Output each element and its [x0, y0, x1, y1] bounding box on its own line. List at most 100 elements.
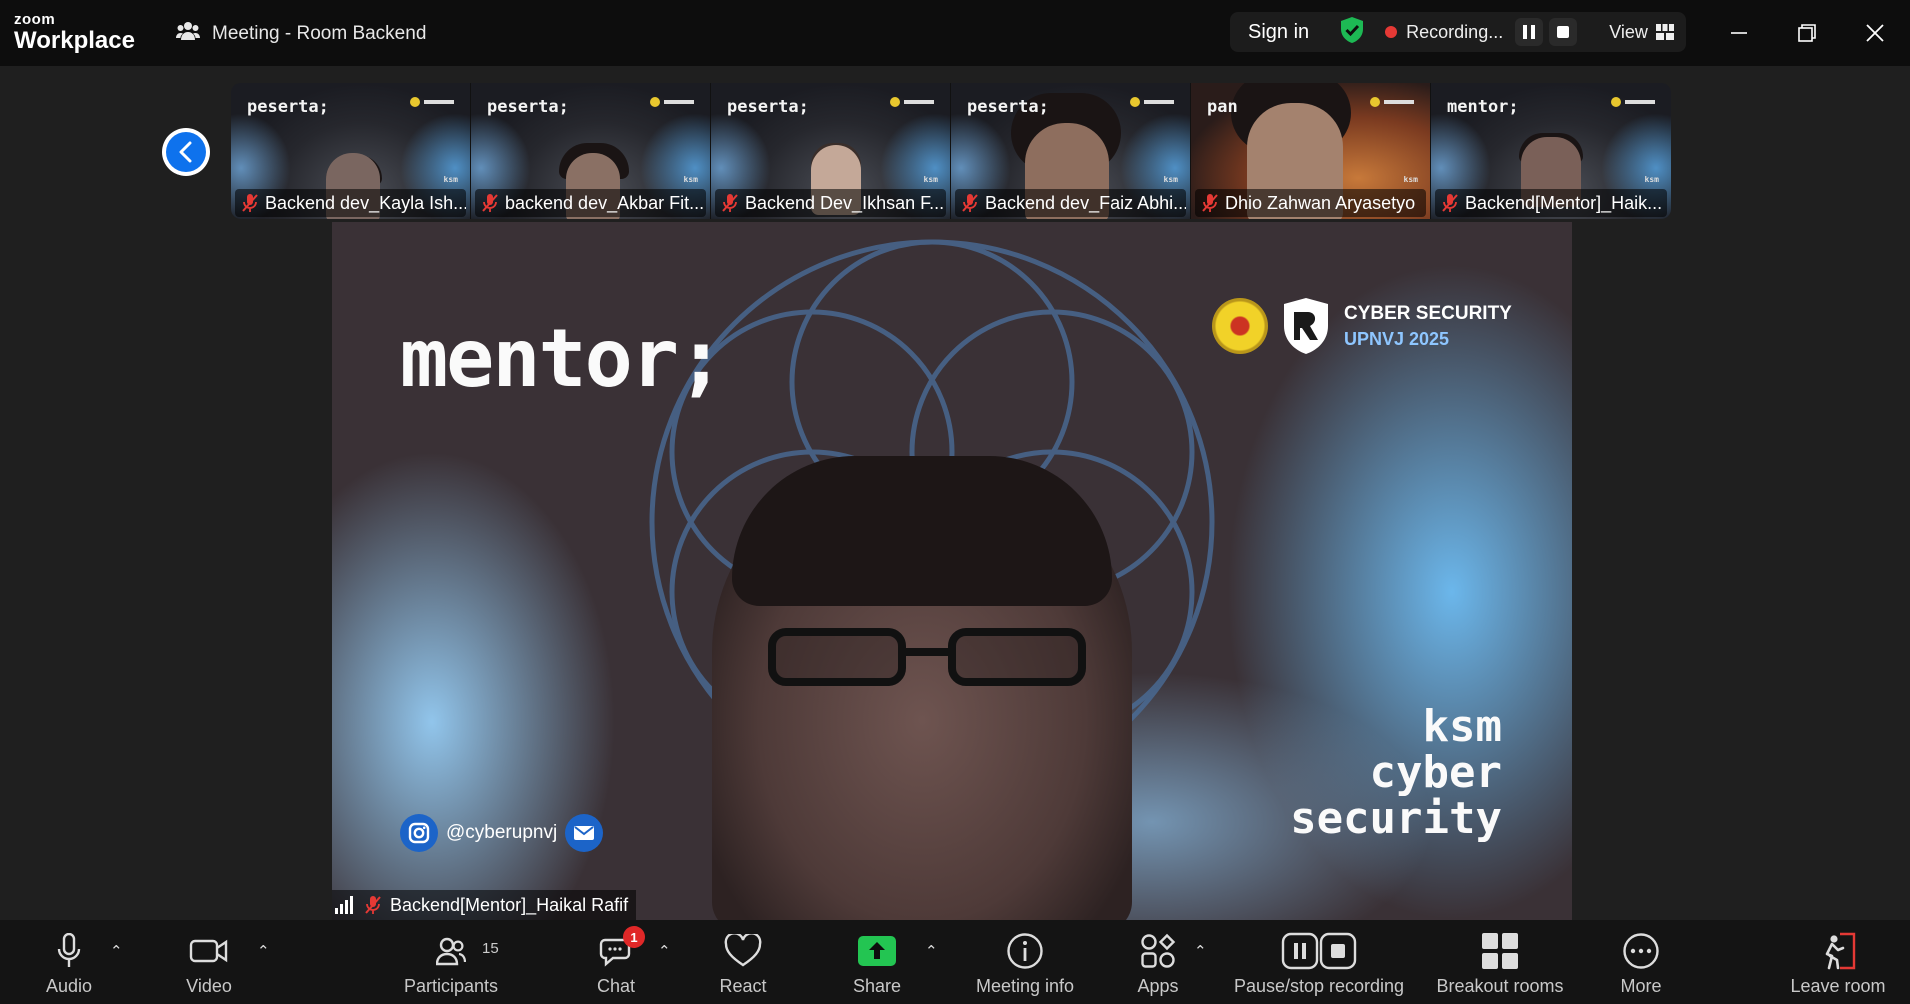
apps-options-caret-icon[interactable]: ⌃ — [1194, 942, 1207, 960]
muted-mic-icon — [1202, 194, 1218, 212]
pause-recording-button[interactable] — [1515, 18, 1544, 46]
speaker-person — [712, 456, 1132, 920]
recording-dot-icon — [1385, 26, 1398, 38]
breakout-rooms-button[interactable]: Breakout rooms — [1425, 930, 1575, 997]
participant-tile[interactable]: peserta; ksm Backend dev_Kayla Ish... — [231, 83, 471, 219]
pause-stop-recording-button[interactable]: Pause/stop recording — [1223, 930, 1415, 997]
tile-ksm-text: ksm — [923, 175, 938, 184]
tile-tag: peserta; — [967, 97, 1049, 117]
tile-name-bar: backend dev_Akbar Fit... — [475, 189, 706, 217]
participant-tile[interactable]: peserta; ksm backend dev_Akbar Fit... — [471, 83, 711, 219]
restore-button[interactable] — [1790, 16, 1824, 50]
participant-tile[interactable]: peserta; ksm Backend dev_Faiz Abhi... — [951, 83, 1191, 219]
tile-tag: peserta; — [727, 97, 809, 117]
share-screen-icon — [858, 936, 896, 966]
signal-strength-icon — [335, 896, 353, 914]
audio-options-caret-icon[interactable]: ⌃ — [110, 942, 123, 960]
university-seal-icon — [1212, 298, 1268, 354]
audio-label: Audio — [45, 976, 93, 996]
email-icon — [565, 814, 604, 852]
event-logo — [1370, 97, 1414, 107]
react-label: React — [719, 976, 767, 996]
pause-stop-recording-icon — [1281, 932, 1357, 970]
instagram-icon — [400, 814, 438, 852]
event-logo — [890, 97, 934, 107]
info-icon — [1007, 933, 1043, 969]
participants-button[interactable]: 15 Participants — [386, 930, 516, 997]
tile-name: Dhio Zahwan Aryasetyo — [1225, 192, 1416, 213]
muted-mic-icon — [242, 194, 258, 212]
share-label: Share — [852, 976, 902, 996]
meeting-toolbar: Audio ⌃ Video ⌃ 15 Participants 1 Chat ⌃… — [0, 920, 1910, 1004]
minimize-button[interactable] — [1722, 16, 1756, 50]
meeting-title-text: Meeting - Room Backend — [212, 23, 427, 44]
leave-room-button[interactable]: Leave room — [1773, 930, 1903, 997]
tile-name-bar: Backend Dev_Ikhsan F... — [715, 189, 946, 217]
participant-tile[interactable]: pan ksm Dhio Zahwan Aryasetyo — [1191, 83, 1431, 219]
chat-label: Chat — [596, 976, 636, 996]
thumbnail-strip: peserta; ksm Backend dev_Kayla Ish... pe… — [231, 83, 1671, 219]
sign-in-link[interactable]: Sign in — [1248, 21, 1309, 44]
pause-stop-recording-label: Pause/stop recording — [1233, 976, 1405, 996]
muted-mic-icon — [962, 194, 978, 212]
apps-icon — [1141, 933, 1176, 968]
muted-mic-icon — [1442, 194, 1458, 212]
muted-mic-icon — [722, 194, 738, 212]
chat-options-caret-icon[interactable]: ⌃ — [658, 942, 671, 960]
ksm-line-2: cyber — [1369, 747, 1502, 798]
tile-name-bar: Backend dev_Kayla Ish... — [235, 189, 466, 217]
participant-tile[interactable]: peserta; ksm Backend Dev_Ikhsan F... — [711, 83, 951, 219]
breakout-rooms-icon — [1482, 933, 1518, 969]
react-button[interactable]: React — [678, 930, 808, 997]
participant-tile[interactable]: mentor; ksm Backend[Mentor]_Haik... — [1431, 83, 1671, 219]
heart-icon — [724, 934, 762, 967]
microphone-icon — [57, 933, 81, 967]
tile-tag: mentor; — [1447, 97, 1519, 117]
video-options-caret-icon[interactable]: ⌃ — [257, 942, 270, 960]
logo-large-text: Workplace — [14, 27, 135, 54]
stop-recording-button[interactable] — [1549, 18, 1578, 46]
apps-label: Apps — [1137, 976, 1179, 996]
chat-button[interactable]: 1 Chat — [551, 926, 681, 997]
event-logo — [410, 97, 454, 107]
tile-ksm-text: ksm — [443, 175, 458, 184]
leave-room-icon — [1825, 932, 1856, 970]
speaker-name: Backend[Mentor]_Haikal Rafif — [390, 894, 629, 915]
tile-name: backend dev_Akbar Fit... — [505, 192, 705, 213]
social-handle-text: @cyberupnvj — [446, 822, 558, 843]
logo-small-text: zoom — [14, 11, 56, 28]
tile-name: Backend dev_Kayla Ish... — [265, 192, 466, 213]
audio-button[interactable]: Audio — [4, 930, 134, 997]
view-button[interactable]: View — [1609, 22, 1674, 43]
apps-button[interactable]: Apps — [1093, 930, 1223, 997]
tile-tag: peserta; — [247, 97, 329, 117]
active-speaker-video[interactable]: mentor; CYBER SECURITY UPNVJ 2025 ksm cy… — [332, 222, 1572, 920]
tile-name-bar: Backend dev_Faiz Abhi... — [955, 189, 1186, 217]
title-bar: zoom Workplace Meeting - Room Backend Si… — [0, 0, 1910, 66]
cyber-security-emblem-icon — [1284, 298, 1328, 354]
ksm-cyber-security-text: ksm cyber security — [1290, 704, 1502, 842]
grid-view-icon — [1655, 24, 1674, 40]
chat-unread-badge: 1 — [623, 926, 645, 948]
share-button[interactable]: Share — [812, 930, 942, 997]
view-label: View — [1609, 21, 1648, 42]
event-logo — [1130, 97, 1174, 107]
previous-page-button[interactable] — [162, 128, 210, 176]
ksm-line-1: ksm — [1422, 701, 1502, 752]
tile-name-bar: Backend[Mentor]_Haik... — [1435, 189, 1667, 217]
share-options-caret-icon[interactable]: ⌃ — [925, 942, 938, 960]
event-logo — [1611, 97, 1655, 107]
more-button[interactable]: More — [1576, 930, 1706, 997]
participants-icon — [436, 937, 466, 966]
encryption-shield-icon[interactable] — [1339, 16, 1365, 49]
close-button[interactable] — [1858, 16, 1892, 50]
brand-line-2: UPNVJ 2025 — [1344, 328, 1450, 349]
video-label: Video — [186, 976, 232, 996]
meeting-info-button[interactable]: Meeting info — [960, 930, 1090, 997]
brand-line-1: CYBER SECURITY — [1344, 302, 1512, 324]
muted-mic-icon — [482, 194, 498, 212]
meeting-info-label: Meeting info — [975, 976, 1075, 996]
more-label: More — [1620, 976, 1662, 996]
tile-tag: peserta; — [487, 97, 569, 117]
video-button[interactable]: Video — [144, 930, 274, 997]
